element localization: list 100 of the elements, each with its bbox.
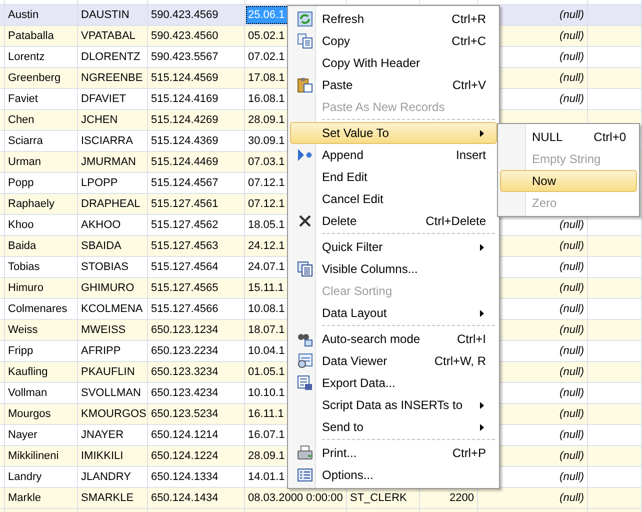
table-cell: GHIMURO bbox=[81, 282, 134, 294]
table-cell: IMIKKILI bbox=[81, 450, 124, 462]
table-cell: Fripp bbox=[8, 345, 34, 357]
table-cell: Baida bbox=[8, 240, 36, 252]
printer-icon bbox=[297, 445, 313, 461]
table-cell: Mikkilineni bbox=[8, 450, 59, 462]
table-cell: 18.07.1 bbox=[248, 324, 285, 336]
copy-icon bbox=[297, 33, 313, 49]
table-cell: 2200 bbox=[450, 492, 474, 504]
table-cell: 650.123.3234 bbox=[151, 366, 218, 378]
table-cell: AFRIPP bbox=[81, 345, 121, 357]
table-cell: 24.12.1 bbox=[248, 240, 285, 252]
table-cell: 24.07.1 bbox=[248, 261, 285, 273]
table-cell: Colmenares bbox=[8, 303, 68, 315]
table-cell: Greenberg bbox=[8, 72, 61, 84]
clipboard-icon bbox=[297, 77, 313, 93]
table-cell: 10.10.1 bbox=[248, 387, 285, 399]
menu-item[interactable]: Options... bbox=[290, 464, 497, 486]
table-cell: Pataballa bbox=[8, 30, 54, 42]
table-cell: Raphaely bbox=[8, 198, 54, 210]
menu-item[interactable]: Paste Ctrl+V bbox=[290, 74, 497, 96]
table-cell: 515.124.4569 bbox=[151, 72, 218, 84]
table-cell: 650.123.1234 bbox=[151, 324, 218, 336]
table-cell: (null) bbox=[560, 93, 584, 105]
menu-item[interactable]: Print... Ctrl+P bbox=[290, 442, 497, 464]
table-cell: (null) bbox=[560, 303, 584, 315]
table-cell: (null) bbox=[560, 345, 584, 357]
table-cell: Lorentz bbox=[8, 51, 45, 63]
table-cell: 10.08.1 bbox=[248, 303, 285, 315]
table-cell: 650.123.4234 bbox=[151, 387, 218, 399]
table-cell: Weiss bbox=[8, 324, 38, 336]
menu-item[interactable]: Visible Columns... bbox=[290, 258, 497, 280]
menu-item[interactable]: Now bbox=[500, 170, 637, 192]
menu-item[interactable]: Refresh Ctrl+R bbox=[290, 8, 497, 30]
table-cell: JLANDRY bbox=[81, 471, 131, 483]
table-cell: 17.08.1 bbox=[248, 72, 285, 84]
table-cell: 515.124.4567 bbox=[151, 177, 218, 189]
table-cell: 30.09.1 bbox=[248, 135, 285, 147]
menu-item[interactable]: Cancel Edit bbox=[290, 188, 497, 210]
table-cell: 515.127.4565 bbox=[151, 282, 218, 294]
table-cell: STOBIAS bbox=[81, 261, 128, 273]
table-cell: (null) bbox=[560, 9, 584, 21]
menu-item[interactable]: NULL Ctrl+0 bbox=[500, 126, 637, 148]
table-cell: Sciarra bbox=[8, 135, 43, 147]
table-cell: NGREENBE bbox=[81, 72, 143, 84]
table-cell: Khoo bbox=[8, 219, 34, 231]
menu-item[interactable]: Data Viewer Ctrl+W, R bbox=[290, 350, 497, 372]
table-cell: 14.01.1 bbox=[248, 471, 285, 483]
table-cell: SBAIDA bbox=[81, 240, 122, 252]
table-cell: (null) bbox=[560, 51, 584, 63]
menu-item[interactable]: End Edit bbox=[290, 166, 497, 188]
table-cell: Kaufling bbox=[8, 366, 48, 378]
table-cell: 28.09.1 bbox=[248, 114, 285, 126]
table-cell: LPOPP bbox=[81, 177, 118, 189]
table-cell: VPATABAL bbox=[81, 30, 136, 42]
table-cell: Chen bbox=[8, 114, 34, 126]
table-cell: Popp bbox=[8, 177, 34, 189]
table-cell: (null) bbox=[560, 492, 584, 504]
table-cell: (null) bbox=[560, 30, 584, 42]
export-icon bbox=[297, 375, 313, 391]
table-cell: 515.127.4564 bbox=[151, 261, 218, 273]
menu-item[interactable]: Set Value To bbox=[290, 122, 497, 144]
table-cell: Nayer bbox=[8, 429, 38, 441]
table-cell: SMARKLE bbox=[81, 492, 134, 504]
table-cell: (null) bbox=[560, 219, 584, 231]
table-cell: ST_CLERK bbox=[350, 492, 407, 504]
menu-item[interactable]: Script Data as INSERTs to bbox=[290, 394, 497, 416]
table-cell: 650.124.1214 bbox=[151, 429, 218, 441]
table-cell: JCHEN bbox=[81, 114, 118, 126]
menu-item[interactable]: Quick Filter bbox=[290, 236, 497, 258]
menu-item[interactable]: Export Data... bbox=[290, 372, 497, 394]
table-cell: 28.09.1 bbox=[248, 450, 285, 462]
menu-item[interactable]: Append Insert bbox=[290, 144, 497, 166]
table-cell: SVOLLMAN bbox=[81, 387, 141, 399]
table-cell: 515.127.4566 bbox=[151, 303, 218, 315]
table-cell: 590.423.5567 bbox=[151, 51, 218, 63]
table-cell: MWEISS bbox=[81, 324, 126, 336]
table-cell: (null) bbox=[560, 282, 584, 294]
menu-item[interactable]: Delete Ctrl+Delete bbox=[290, 210, 497, 232]
table-cell: 07.02.1 bbox=[248, 51, 285, 63]
menu-item[interactable]: Copy With Header bbox=[290, 52, 497, 74]
table-cell: 515.124.4469 bbox=[151, 156, 218, 168]
table-cell: 16.08.1 bbox=[248, 93, 285, 105]
table-cell: 07.12.1 bbox=[248, 198, 285, 210]
table-cell: AKHOO bbox=[81, 219, 121, 231]
menu-item[interactable]: Send to bbox=[290, 416, 497, 438]
table-cell: 650.123.2234 bbox=[151, 345, 218, 357]
menu-item[interactable]: Data Layout bbox=[290, 302, 497, 324]
table-cell: PKAUFLIN bbox=[81, 366, 135, 378]
table-cell: Himuro bbox=[8, 282, 44, 294]
table-cell: (null) bbox=[560, 324, 584, 336]
table-cell: 515.127.4562 bbox=[151, 219, 218, 231]
menu-item[interactable]: Auto-search mode Ctrl+I bbox=[290, 328, 497, 350]
table-cell: DAUSTIN bbox=[81, 9, 130, 21]
table-cell: 515.127.4563 bbox=[151, 240, 218, 252]
table-cell: Mourgos bbox=[8, 408, 51, 420]
table-cell: 16.11.1 bbox=[248, 408, 284, 420]
table-cell: Tobias bbox=[8, 261, 40, 273]
menu-item[interactable]: Copy Ctrl+C bbox=[290, 30, 497, 52]
table-cell: 01.05.1 bbox=[248, 366, 285, 378]
